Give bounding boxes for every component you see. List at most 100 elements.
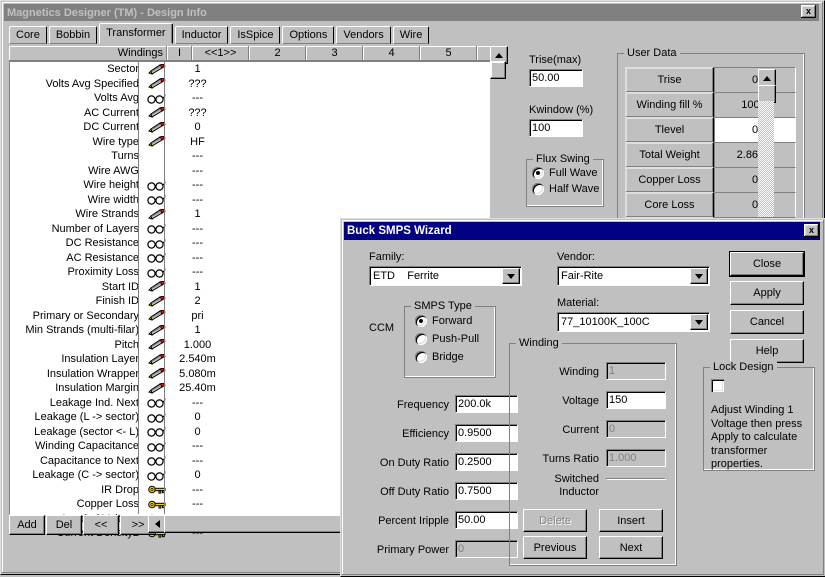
row-value[interactable]: 2.540m [169,353,226,365]
user-data-value[interactable]: 0 [714,192,796,218]
row-value[interactable]: --- [169,237,226,249]
voltage-input[interactable]: 150 [606,391,666,409]
pencil-icon[interactable] [144,339,169,350]
turns-ratio-input[interactable]: 1.000 [606,449,666,467]
row-value[interactable]: 2 [169,295,226,307]
glasses-icon[interactable] [144,426,169,437]
vendor-combobox[interactable]: Fair-Rite [557,266,710,286]
glasses-icon[interactable] [144,455,169,466]
lock-design-checkbox[interactable] [711,379,724,392]
pencil-icon[interactable] [144,368,169,379]
chevron-down-icon[interactable] [690,268,708,284]
glasses-icon[interactable] [144,267,169,278]
row-value[interactable]: 0 [169,469,226,481]
row-value[interactable]: 1 [169,324,226,336]
pencil-icon[interactable] [144,281,169,292]
windings-button-row: Add Del << >> [9,515,156,535]
switched-inductor-input[interactable] [606,478,666,480]
family-value: ETD Ferrite [373,267,439,285]
row-value[interactable]: 1 [169,281,226,293]
row-value[interactable]: --- [169,223,226,235]
close-dialog-button[interactable]: Close [730,252,804,276]
radio-bridge[interactable]: Bridge [415,351,464,363]
cancel-button[interactable]: Cancel [730,310,804,334]
row-value[interactable]: 0 [169,411,226,423]
pencil-icon[interactable] [144,296,169,307]
radio-forward[interactable]: Forward [415,315,472,327]
field-label-off-duty-ratio: Off Duty Ratio [353,486,449,498]
dialog-close-icon[interactable]: x [804,224,819,237]
user-data-name-button[interactable]: Trise [625,67,714,93]
apply-button[interactable]: Apply [730,281,804,305]
delete-winding-button[interactable]: Delete [523,509,587,532]
glasses-icon[interactable] [144,412,169,423]
switched-inductor-label: Switched Inductor [523,473,599,499]
user-data-value[interactable]: 0 [714,117,796,143]
material-combobox[interactable]: 77_10100K_100C [557,312,710,332]
row-label: IR Drop [10,484,144,496]
row-value[interactable]: --- [169,440,226,452]
user-data-name-button[interactable]: Core Loss [625,192,714,218]
pencil-icon[interactable] [144,310,169,321]
radio-push-pull[interactable]: Push-Pull [415,333,479,345]
glasses-icon[interactable] [144,238,169,249]
user-data-name-button[interactable]: Winding fill % [625,92,714,118]
pencil-icon[interactable] [144,383,169,394]
pencil-icon[interactable] [144,354,169,365]
pencil-icon[interactable] [144,325,169,336]
row-value[interactable]: --- [169,455,226,467]
next-winding-button[interactable]: Next [599,536,663,559]
glasses-icon[interactable] [144,252,169,263]
row-label: Leakage (C -> sector) [10,469,144,481]
user-data-value[interactable]: 0 [714,167,796,193]
chevron-down-icon[interactable] [502,268,520,284]
application-root: Magnetics Designer (TM) - Design Info x … [0,0,825,575]
previous-winding-button[interactable]: Previous [523,536,587,559]
prev-winding-button[interactable]: << [83,515,119,535]
winding-number-input[interactable]: 1 [606,362,666,380]
row-value[interactable]: --- [169,397,226,409]
user-data-name-button[interactable]: Tlevel [625,117,714,143]
row-value[interactable]: --- [169,266,226,278]
user-data-scroll-track[interactable] [758,101,774,217]
glasses-icon[interactable] [144,397,169,408]
chevron-down-glyph [695,274,703,279]
user-data-value[interactable]: 2.863m [714,142,796,168]
user-data-value[interactable]: 0 [714,67,796,93]
chevron-down-icon[interactable] [690,314,708,330]
horizontal-scroll-thumb[interactable] [164,515,345,533]
current-input[interactable]: 0 [606,420,666,438]
row-value[interactable]: pri [169,310,226,322]
key-icon[interactable] [144,499,169,510]
row-label: Primary or Secondary [10,310,144,322]
vendor-label: Vendor: [557,251,595,263]
help-button[interactable]: Help [730,339,804,363]
glasses-icon[interactable] [144,223,169,234]
family-combobox[interactable]: ETD Ferrite [369,266,522,286]
add-button[interactable]: Add [9,515,45,535]
row-value[interactable]: --- [169,498,226,510]
row-label: Leakage Ind. Next [10,397,144,409]
row-value[interactable]: 1.000 [169,339,226,351]
row-value[interactable]: --- [169,484,226,496]
del-button[interactable]: Del [46,515,82,535]
user-data-name-button[interactable]: Copper Loss [625,167,714,193]
field-label-efficiency: Efficiency [353,428,449,440]
tab-transformer[interactable]: Transformer [99,23,173,44]
chevron-left-icon [155,520,160,528]
row-value[interactable]: 25.40m [169,382,226,394]
row-value[interactable]: 5.080m [169,368,226,380]
vendor-value: Fair-Rite [561,267,603,285]
key-icon[interactable] [144,484,169,495]
user-data-value[interactable]: 100.0 [714,92,796,118]
dialog-title-bar[interactable]: Buck SMPS Wizard [344,222,820,240]
row-label: Number of Layers [10,223,144,235]
glasses-icon[interactable] [144,441,169,452]
row-label: Capacitance to Next [10,455,144,467]
family-label: Family: [369,251,404,263]
row-value[interactable]: --- [169,252,226,264]
user-data-name-button[interactable]: Total Weight [625,142,714,168]
glasses-icon[interactable] [144,470,169,481]
insert-winding-button[interactable]: Insert [599,509,663,532]
row-value[interactable]: 0 [169,426,226,438]
